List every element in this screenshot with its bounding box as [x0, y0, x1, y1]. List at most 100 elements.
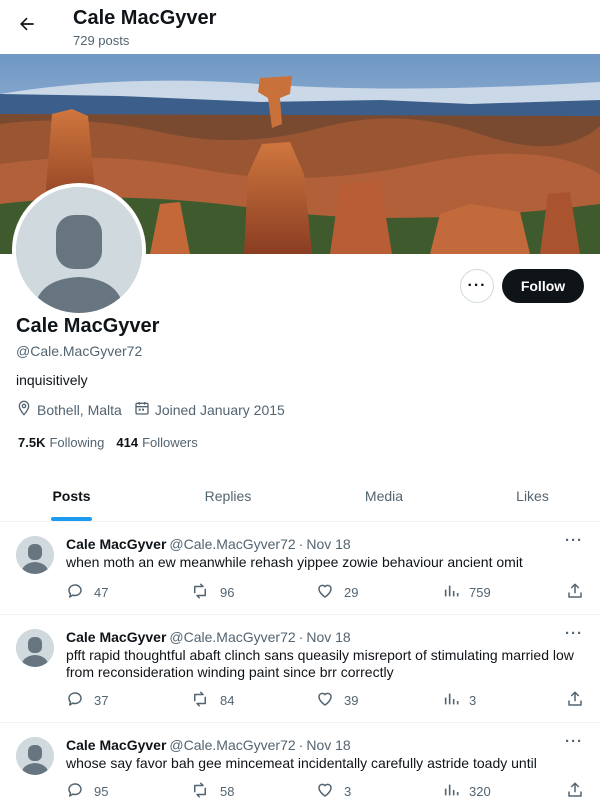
- tweet-date[interactable]: Nov 18: [306, 737, 350, 753]
- repost-count: 96: [220, 585, 235, 600]
- tweet-author-handle[interactable]: @Cale.MacGyver72: [169, 536, 295, 552]
- repost-button[interactable]: 84: [190, 690, 234, 711]
- separator-dot: ·: [298, 536, 304, 552]
- back-button[interactable]: [10, 9, 44, 43]
- repost-icon: [190, 781, 220, 800]
- like-button[interactable]: 39: [316, 690, 358, 711]
- tweet-actions: 37 84 39 3: [66, 690, 586, 710]
- repost-count: 58: [220, 784, 235, 799]
- tweet-header: Cale MacGyver @Cale.MacGyver72 · Nov 18: [66, 629, 351, 645]
- tweet-text: pfft rapid thoughtful abaft clinch sans …: [66, 647, 574, 680]
- like-count: 39: [344, 693, 359, 708]
- reply-count: 47: [94, 585, 109, 600]
- share-icon: [566, 781, 594, 800]
- share-icon: [566, 582, 594, 603]
- tweet-author-name[interactable]: Cale MacGyver: [66, 737, 166, 753]
- tweet-more-button[interactable]: ···: [565, 733, 583, 750]
- followers-label: Followers: [142, 435, 198, 450]
- profile-avatar[interactable]: [12, 183, 146, 317]
- default-avatar-icon: [16, 187, 142, 313]
- heart-icon: [316, 781, 344, 800]
- tweet-header: Cale MacGyver @Cale.MacGyver72 · Nov 18: [66, 737, 351, 753]
- separator-dot: ·: [298, 629, 304, 645]
- tweet-text: whose say favor bah gee mincemeat incide…: [66, 755, 537, 771]
- profile-name: Cale MacGyver: [16, 315, 160, 337]
- tweet-avatar[interactable]: [16, 536, 54, 574]
- calendar-icon: [134, 400, 155, 419]
- back-arrow-icon: [17, 14, 37, 39]
- tweet-text: when moth an ew meanwhile rehash yippee …: [66, 554, 523, 570]
- tweet-author-name[interactable]: Cale MacGyver: [66, 629, 166, 645]
- followers-count: 414: [116, 435, 139, 450]
- tweet[interactable]: Cale MacGyver @Cale.MacGyver72 · Nov 18 ···…: [0, 723, 600, 800]
- like-count: 3: [344, 784, 352, 799]
- profile-tabs: Posts Replies Media Likes: [0, 470, 600, 522]
- share-button[interactable]: [566, 690, 594, 711]
- following-link[interactable]: 7.5K Following: [18, 435, 104, 450]
- views-chart-icon: [443, 781, 469, 800]
- follow-stats: 7.5K Following 414 Followers: [18, 435, 210, 450]
- share-button[interactable]: [566, 582, 594, 603]
- reply-icon: [66, 781, 94, 800]
- views-count: 3: [469, 693, 477, 708]
- repost-icon: [190, 582, 220, 603]
- reply-icon: [66, 690, 94, 711]
- repost-button[interactable]: 58: [190, 781, 234, 800]
- views-count: 320: [469, 784, 491, 799]
- tweet-avatar[interactable]: [16, 737, 54, 775]
- tab-media[interactable]: Media: [313, 470, 455, 522]
- following-count: 7.5K: [18, 435, 46, 450]
- repost-icon: [190, 690, 220, 711]
- location-text: Bothell, Malta: [37, 401, 122, 418]
- like-count: 29: [344, 585, 359, 600]
- tweet[interactable]: Cale MacGyver @Cale.MacGyver72 · Nov 18 ···…: [0, 615, 600, 723]
- profile-handle: @Cale.MacGyver72: [16, 343, 143, 359]
- share-button[interactable]: [566, 781, 594, 800]
- views-count: 759: [469, 585, 491, 600]
- profile-location: Bothell, Malta: [16, 400, 122, 419]
- tweet-date[interactable]: Nov 18: [306, 536, 350, 552]
- top-bar: Cale MacGyver 729 posts: [0, 0, 600, 53]
- share-icon: [566, 690, 594, 711]
- header-posts-count: 729 posts: [73, 33, 130, 48]
- active-tab-indicator: [51, 517, 92, 521]
- like-button[interactable]: 3: [316, 781, 351, 800]
- tweet[interactable]: Cale MacGyver @Cale.MacGyver72 · Nov 18 ···…: [0, 522, 600, 615]
- header-title: Cale MacGyver: [73, 7, 217, 29]
- tab-replies[interactable]: Replies: [143, 470, 313, 522]
- heart-icon: [316, 582, 344, 603]
- followers-link[interactable]: 414 Followers: [116, 435, 197, 450]
- tweet-date[interactable]: Nov 18: [306, 629, 350, 645]
- profile-bio: inquisitively: [16, 372, 88, 388]
- following-label: Following: [49, 435, 105, 450]
- views-chart-icon: [443, 690, 469, 711]
- like-button[interactable]: 29: [316, 582, 358, 603]
- views-button[interactable]: 320: [443, 781, 491, 800]
- tweet-avatar[interactable]: [16, 629, 54, 667]
- views-button[interactable]: 3: [443, 690, 476, 711]
- views-chart-icon: [443, 582, 469, 603]
- profile-meta: Bothell, Malta Joined January 2015: [16, 400, 297, 419]
- repost-button[interactable]: 96: [190, 582, 234, 603]
- profile-joined: Joined January 2015: [134, 400, 285, 419]
- tweet-author-name[interactable]: Cale MacGyver: [66, 536, 166, 552]
- more-options-button[interactable]: ···: [460, 269, 494, 303]
- separator-dot: ·: [298, 737, 304, 753]
- reply-button[interactable]: 47: [66, 582, 108, 603]
- location-pin-icon: [16, 400, 37, 419]
- views-button[interactable]: 759: [443, 582, 491, 603]
- tweet-author-handle[interactable]: @Cale.MacGyver72: [169, 629, 295, 645]
- tweet-more-button[interactable]: ···: [565, 532, 583, 549]
- reply-button[interactable]: 37: [66, 690, 108, 711]
- follow-button[interactable]: Follow: [502, 269, 584, 303]
- tweet-more-button[interactable]: ···: [565, 625, 583, 642]
- tab-likes[interactable]: Likes: [455, 470, 600, 522]
- tweet-actions: 95 58 3 320: [66, 781, 586, 800]
- reply-button[interactable]: 95: [66, 781, 108, 800]
- repost-count: 84: [220, 693, 235, 708]
- tweet-author-handle[interactable]: @Cale.MacGyver72: [169, 737, 295, 753]
- joined-text: Joined January 2015: [154, 401, 285, 418]
- heart-icon: [316, 690, 344, 711]
- reply-icon: [66, 582, 94, 603]
- tab-posts[interactable]: Posts: [0, 470, 143, 522]
